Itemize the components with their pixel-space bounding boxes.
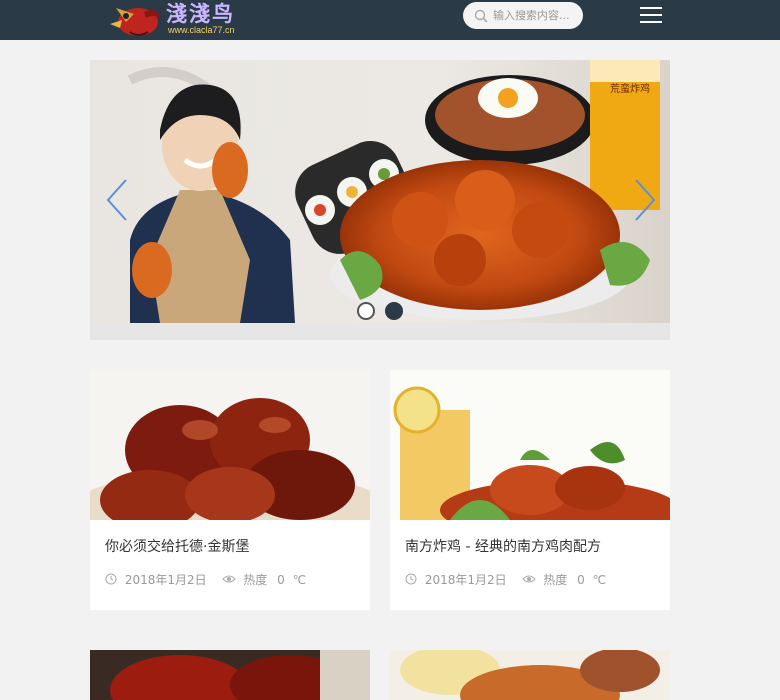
slide-dot-2-active[interactable] bbox=[385, 302, 403, 320]
eye-icon bbox=[222, 575, 237, 583]
heat-label: 热度 bbox=[543, 573, 568, 587]
slide-indicators bbox=[356, 302, 416, 320]
heat-unit: ℃ bbox=[292, 572, 307, 587]
next-slide-arrow-icon[interactable] bbox=[630, 176, 660, 224]
post-card[interactable]: 你必须交给托德·金斯堡 2018年1月2日 热度 0 ℃ bbox=[90, 370, 370, 610]
site-logo[interactable]: 淺淺鸟 www.clacla77.cn bbox=[108, 0, 258, 40]
eye-icon bbox=[522, 575, 537, 583]
post-thumbnail[interactable] bbox=[90, 370, 370, 520]
hamburger-menu-icon[interactable] bbox=[640, 6, 662, 24]
heat-value: 0 bbox=[577, 572, 585, 587]
heat-label: 热度 bbox=[243, 573, 268, 587]
post-card[interactable] bbox=[90, 650, 370, 700]
prev-slide-arrow-icon[interactable] bbox=[102, 176, 132, 224]
heat-value: 0 bbox=[277, 572, 285, 587]
post-card[interactable] bbox=[390, 650, 670, 700]
search-input[interactable] bbox=[493, 6, 577, 25]
post-date: 2018年1月2日 bbox=[124, 573, 207, 587]
search-icon[interactable] bbox=[474, 9, 488, 23]
search-box bbox=[463, 2, 583, 29]
slide-dot-1[interactable] bbox=[357, 302, 375, 320]
post-date: 2018年1月2日 bbox=[424, 573, 507, 587]
logo-url: www.clacla77.cn bbox=[168, 25, 235, 35]
clock-icon bbox=[405, 573, 417, 585]
post-meta: 2018年1月2日 热度 0 ℃ bbox=[405, 571, 606, 587]
clock-icon bbox=[105, 573, 117, 585]
logo-title: 淺淺鸟 bbox=[166, 1, 235, 26]
post-thumbnail[interactable] bbox=[390, 650, 670, 700]
post-title[interactable]: 你必须交给托德·金斯堡 bbox=[105, 536, 249, 556]
banner-slider: 荒蛮炸鸡 bbox=[90, 60, 670, 340]
sign-text: 荒蛮炸鸡 bbox=[610, 82, 650, 95]
post-thumbnail[interactable] bbox=[390, 370, 670, 520]
post-card[interactable]: 南方炸鸡 - 经典的南方鸡肉配方 2018年1月2日 热度 0 ℃ bbox=[390, 370, 670, 610]
post-title[interactable]: 南方炸鸡 - 经典的南方鸡肉配方 bbox=[405, 536, 601, 556]
heat-unit: ℃ bbox=[592, 572, 607, 587]
post-meta: 2018年1月2日 热度 0 ℃ bbox=[105, 571, 306, 587]
banner-image: 荒蛮炸鸡 bbox=[90, 60, 670, 323]
bird-logo-icon bbox=[110, 8, 160, 36]
post-thumbnail[interactable] bbox=[90, 650, 370, 700]
top-navbar: 淺淺鸟 www.clacla77.cn bbox=[0, 0, 780, 40]
